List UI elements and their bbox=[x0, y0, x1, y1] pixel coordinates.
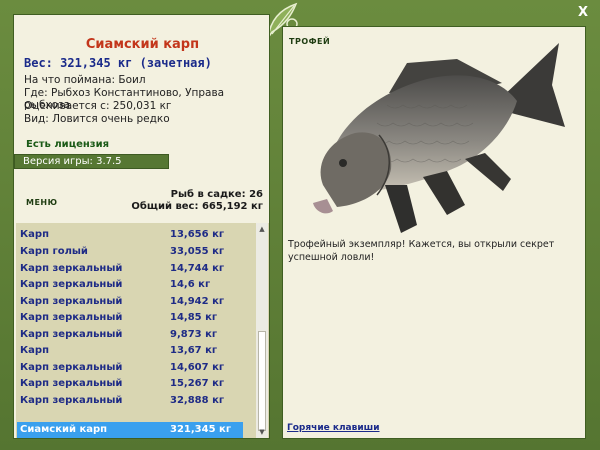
siamese-carp-image bbox=[313, 43, 565, 233]
catch-valued: Оценивается с: 250,031 кг bbox=[24, 100, 172, 112]
fish-weight: 13,67 кг bbox=[170, 345, 218, 356]
version-bar: Версия игры: 3.7.5 bbox=[14, 154, 169, 169]
fish-weight: 321,345 кг bbox=[170, 424, 232, 435]
fish-weight: 14,85 кг bbox=[170, 312, 218, 323]
list-item[interactable]: Карп зеркальный 14,607 кг bbox=[17, 360, 243, 376]
fish-name: Сиамский карп bbox=[20, 424, 108, 435]
trophy-panel: ТРОФЕЙ Трофейный экземпляр! Кажется, вы … bbox=[282, 26, 586, 439]
list-item[interactable]: Карп зеркальный 14,6 кг bbox=[17, 277, 243, 293]
fish-weight: 13,656 кг bbox=[170, 229, 225, 240]
license-status: Есть лицензия bbox=[26, 139, 110, 150]
fish-weight: 14,607 кг bbox=[170, 362, 225, 373]
fish-weight: 9,873 кг bbox=[170, 329, 218, 340]
list-scrollbar[interactable]: ▲ ▼ bbox=[256, 223, 268, 438]
list-item[interactable]: Карп зеркальный 14,942 кг bbox=[17, 294, 243, 310]
hotkeys-link[interactable]: Горячие клавиши bbox=[287, 423, 380, 433]
list-item[interactable]: Карп зеркальный 15,267 кг bbox=[17, 376, 243, 392]
catch-bait: На что поймана: Боил bbox=[24, 74, 146, 86]
list-item[interactable]: Карп зеркальный 9,873 кг bbox=[17, 327, 243, 343]
fish-weight: 15,267 кг bbox=[170, 378, 225, 389]
fish-name: Карп зеркальный bbox=[20, 312, 123, 323]
list-item[interactable]: Карп 13,656 кг bbox=[17, 227, 243, 243]
fish-name: Карп bbox=[20, 229, 49, 240]
fish-weight: 14,744 кг bbox=[170, 263, 225, 274]
fish-name: Карп зеркальный bbox=[20, 296, 123, 307]
fish-name: Карп зеркальный bbox=[20, 263, 123, 274]
list-item[interactable]: Карп голый 33,055 кг bbox=[17, 244, 243, 260]
list-item-selected[interactable]: Сиамский карп 321,345 кг bbox=[17, 422, 243, 438]
trophy-description: Трофейный экземпляр! Кажется, вы открыли… bbox=[288, 239, 555, 263]
list-item[interactable]: Карп зеркальный 14,85 кг bbox=[17, 310, 243, 326]
scroll-up-arrow-icon[interactable]: ▲ bbox=[256, 223, 268, 235]
fish-name: Карп зеркальный bbox=[20, 395, 123, 406]
list-item[interactable]: Карп зеркальный 32,888 кг bbox=[17, 393, 243, 409]
cage-count: Рыб в садке: 26 bbox=[170, 189, 263, 200]
cage-summary: Рыб в садке: 26 Общий вес: 665,192 кг bbox=[131, 189, 263, 213]
catch-fish-name: Сиамский карп bbox=[85, 37, 200, 52]
catch-rarity: Вид: Ловится очень редко bbox=[24, 113, 170, 125]
fish-list[interactable]: Карп 13,656 кг Карп голый 33,055 кг Карп… bbox=[16, 223, 269, 438]
cage-total-weight: Общий вес: 665,192 кг bbox=[131, 201, 263, 212]
fish-weight: 33,055 кг bbox=[170, 246, 225, 257]
fish-name: Карп зеркальный bbox=[20, 378, 123, 389]
fish-weight: 32,888 кг bbox=[170, 395, 225, 406]
list-item[interactable]: Карп зеркальный 14,744 кг bbox=[17, 261, 243, 277]
fish-weight: 14,6 кг bbox=[170, 279, 211, 290]
fish-name: Карп зеркальный bbox=[20, 362, 123, 373]
scroll-thumb[interactable] bbox=[258, 331, 266, 431]
fish-name: Карп зеркальный bbox=[20, 279, 123, 290]
close-button[interactable]: X bbox=[578, 5, 588, 20]
fish-name: Карп зеркальный bbox=[20, 329, 123, 340]
fish-name: Карп bbox=[20, 345, 49, 356]
catch-info-panel: Сиамский карп Вес: 321,345 кг (зачетная)… bbox=[13, 14, 270, 439]
catch-weight: Вес: 321,345 кг (зачетная) bbox=[24, 56, 212, 70]
list-item[interactable]: Карп 13,67 кг bbox=[17, 343, 243, 359]
menu-button[interactable]: МЕНЮ bbox=[26, 198, 58, 207]
version-label: Версия игры: 3.7.5 bbox=[23, 156, 122, 167]
fish-name: Карп голый bbox=[20, 246, 88, 257]
scroll-down-arrow-icon[interactable]: ▼ bbox=[256, 426, 268, 438]
fish-weight: 14,942 кг bbox=[170, 296, 225, 307]
